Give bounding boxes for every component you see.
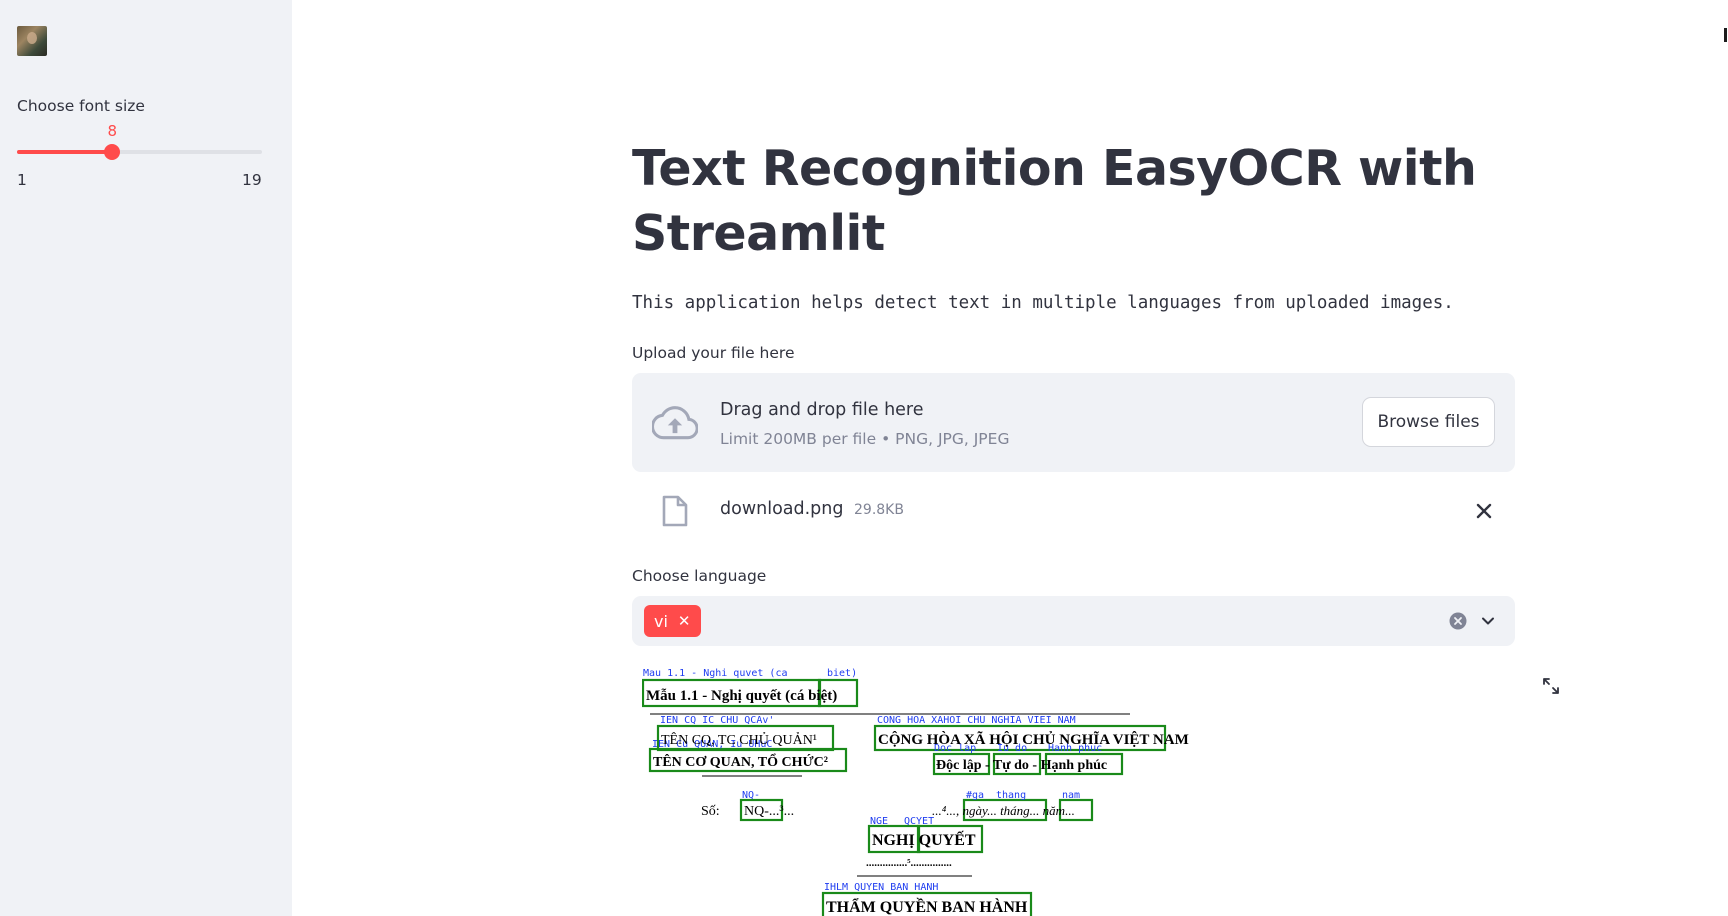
doc-line: ...⁴..., ngày... tháng... năm... — [932, 803, 1075, 818]
uploaded-file-row: download.png 29.8KB — [632, 490, 1515, 534]
cloud-upload-icon — [652, 406, 698, 440]
ocr-label: IHLM QUYEN BAN HANH — [824, 882, 938, 893]
font-size-slider-value: 8 — [107, 122, 118, 140]
font-size-slider-thumb[interactable] — [104, 144, 121, 160]
ocr-label: nam — [1062, 790, 1080, 801]
doc-line: Số: — [701, 804, 720, 819]
doc-line: THẨM QUYỀN BAN HÀNH — [826, 897, 1028, 916]
dropzone-limit-text: Limit 200MB per file • PNG, JPG, JPEG — [720, 430, 1010, 448]
ocr-result-canvas: Mau 1.1 - Nghi quvet (ca biet) IEN CQ IC… — [642, 668, 1189, 916]
ocr-label: #ga — [966, 790, 984, 801]
font-size-slider-fill — [17, 150, 113, 154]
sidebar: Choose font size 8 1 19 — [0, 0, 292, 916]
ocr-label: QCYET — [904, 816, 934, 827]
font-size-slider-min: 1 — [17, 171, 27, 189]
page-title: Text Recognition EasyOCR with Streamlit — [632, 140, 1477, 262]
file-dropzone[interactable]: Drag and drop file here Limit 200MB per … — [632, 373, 1515, 472]
ocr-result-image: Mau 1.1 - Nghi quvet (ca biet) IEN CQ IC… — [642, 660, 1202, 916]
doc-line: ...............⁵............... — [866, 857, 952, 869]
font-size-slider-label: Choose font size — [17, 97, 145, 115]
language-multiselect[interactable]: vi ✕ — [632, 596, 1515, 646]
clear-selection-icon[interactable] — [1449, 612, 1467, 630]
browse-files-button[interactable]: Browse files — [1362, 397, 1495, 447]
fullscreen-icon[interactable] — [1541, 676, 1561, 696]
doc-line: Độc lập - Tự do - Hạnh phúc — [936, 758, 1107, 773]
ocr-label: Mau 1.1 - Nghi quvet (ca — [643, 668, 788, 679]
file-icon — [662, 495, 688, 527]
language-tag-vi: vi ✕ — [644, 605, 701, 637]
ocr-label: IEN CQ IC CHU QCAv' — [660, 715, 774, 726]
page-subtitle: This application helps detect text in mu… — [632, 293, 1454, 313]
upload-label: Upload your file here — [632, 344, 795, 362]
uploaded-file-size: 29.8KB — [854, 502, 904, 518]
doc-line: TÊN CƠ QUAN, TỔ CHỨC² — [653, 752, 828, 770]
remove-tag-icon[interactable]: ✕ — [678, 612, 691, 630]
ocr-label: CONG HOA XAHOI CHU NGHIA VIEI NAM — [877, 715, 1076, 726]
font-size-slider-max: 19 — [242, 171, 262, 189]
doc-line: NQ-...³... — [744, 804, 794, 819]
font-size-slider-track[interactable] — [17, 144, 262, 160]
language-tag-label: vi — [654, 611, 668, 631]
doc-line: Mẫu 1.1 - Nghị quyết (cá biệt) — [646, 688, 837, 704]
uploaded-file-name: download.png — [720, 499, 844, 519]
ocr-label: NQ- — [742, 790, 760, 801]
window-edge-marker — [1724, 28, 1727, 42]
ocr-label: NGE — [870, 816, 888, 827]
ocr-label: biet) — [827, 668, 857, 679]
language-label: Choose language — [632, 567, 767, 585]
remove-file-icon[interactable] — [1472, 499, 1496, 523]
avatar — [17, 26, 47, 56]
ocr-label: thang — [996, 790, 1026, 801]
dropzone-title: Drag and drop file here — [720, 400, 924, 420]
doc-line: NGHỊ QUYẾT — [872, 830, 976, 849]
chevron-down-icon[interactable] — [1480, 613, 1496, 629]
doc-line: TÊN CQ, TC CHỦ QUẢN¹ — [661, 731, 817, 748]
doc-line: CỘNG HÒA XÃ HỘI CHỦ NGHĨA VIỆT NAM — [878, 730, 1189, 748]
